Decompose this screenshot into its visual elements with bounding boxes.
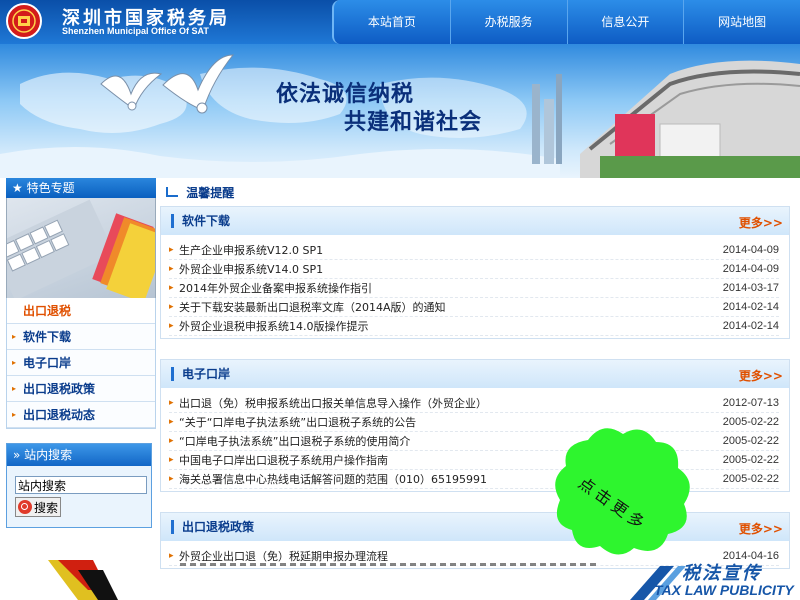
seagull-icon bbox=[162, 54, 235, 114]
menu-item-label: 出口退税政策 bbox=[23, 382, 96, 396]
list-item: ▸ 生产企业申报系统V12.0 SP1 2014-04-09 bbox=[169, 241, 779, 260]
site-search-heading: » 站内搜索 bbox=[7, 444, 151, 466]
section-header: 软件下载 更多>> bbox=[161, 207, 789, 235]
section-software-download: 软件下载 更多>> ▸ 生产企业申报系统V12.0 SP1 2014-04-09 ▸… bbox=[160, 206, 790, 339]
double-chevron-icon: » bbox=[13, 448, 21, 462]
site-search-panel: » 站内搜索 搜索 bbox=[6, 443, 152, 528]
list-item: ▸ 出口退（免）税申报系统出口报关单信息导入操作（外贸企业） 2012-07-13 bbox=[169, 394, 779, 413]
list-item-title[interactable]: 出口退（免）税申报系统出口报关单信息导入操作（外贸企业） bbox=[179, 395, 709, 411]
star-icon: ★ bbox=[12, 181, 23, 195]
list-item-date: 2012-07-13 bbox=[722, 397, 779, 409]
list-item: ▸ 外贸企业退税申报系统14.0版操作提示 2014-02-14 bbox=[169, 317, 779, 336]
notice-label: 温馨提醒 bbox=[186, 186, 235, 200]
bullet-icon: ▸ bbox=[169, 455, 174, 465]
list-item-title[interactable]: 关于下载安装最新出口退税率文库（2014A版）的通知 bbox=[179, 299, 709, 315]
section-header: 电子口岸 更多>> bbox=[161, 360, 789, 388]
menu-item-e-port[interactable]: ▸ 电子口岸 bbox=[7, 350, 155, 376]
bullet-icon: ▸ bbox=[12, 384, 17, 393]
bullet-icon: ▸ bbox=[169, 264, 174, 274]
list-item: ▸ 关于下载安装最新出口退税率文库（2014A版）的通知 2014-02-14 bbox=[169, 298, 779, 317]
bullet-icon: ▸ bbox=[169, 283, 174, 293]
tax-law-publicity-en: TAX LAW PUBLICITY bbox=[654, 582, 794, 598]
nav-sitemap[interactable]: 网站地图 bbox=[684, 0, 800, 44]
special-topics-heading: ★ 特色专题 bbox=[6, 178, 156, 198]
site-subtitle: Shenzhen Municipal Office Of SAT bbox=[62, 26, 209, 36]
page: 深圳市国家税务局 Shenzhen Municipal Office Of SA… bbox=[0, 0, 800, 600]
search-icon bbox=[18, 500, 32, 514]
bullet-icon: ▸ bbox=[169, 417, 174, 427]
bullet-icon: ▸ bbox=[169, 398, 174, 408]
callout-cloud bbox=[555, 428, 690, 555]
keyboard-photo bbox=[6, 198, 156, 298]
list-item-date: 2005-02-22 bbox=[722, 454, 779, 466]
main-nav: 本站首页 办税服务 信息公开 网站地图 bbox=[332, 0, 800, 44]
bullet-icon: ▸ bbox=[169, 302, 174, 312]
menu-item-label: 出口退税动态 bbox=[23, 408, 96, 422]
bullet-icon: ▸ bbox=[169, 245, 174, 255]
section-title: 软件下载 bbox=[171, 214, 230, 228]
list-item-title[interactable]: 外贸企业申报系统V14.0 SP1 bbox=[179, 261, 709, 277]
left-sidebar: ★ 特色专题 出口退税 ▸ 软件下载 ▸ 电子口岸 ▸ 出口退税政策 ▸ 出口退… bbox=[6, 178, 156, 528]
list-item-date: 2014-02-14 bbox=[722, 301, 779, 313]
list-item-date: 2014-04-09 bbox=[722, 263, 779, 275]
section-title: 电子口岸 bbox=[171, 367, 230, 381]
menu-item-label: 软件下载 bbox=[23, 330, 72, 344]
bullet-icon: ▸ bbox=[169, 436, 174, 446]
list-item-title[interactable]: 外贸企业退税申报系统14.0版操作提示 bbox=[179, 318, 709, 334]
section-title: 出口退税政策 bbox=[171, 520, 254, 534]
more-link[interactable]: 更多>> bbox=[739, 520, 783, 537]
bullet-icon: ▸ bbox=[169, 551, 174, 561]
list-item: ▸ 2014年外贸企业备案申报系统操作指引 2014-03-17 bbox=[169, 279, 779, 298]
menu-item-export-tax-refund[interactable]: 出口退税 bbox=[7, 298, 155, 324]
bullet-icon: ▸ bbox=[12, 332, 17, 341]
notice-heading: 温馨提醒 bbox=[160, 178, 790, 202]
search-input[interactable] bbox=[15, 476, 147, 494]
bullet-icon: ▸ bbox=[169, 321, 174, 331]
search-button-label: 搜索 bbox=[34, 500, 59, 515]
bullet-icon: ▸ bbox=[12, 410, 17, 419]
more-link[interactable]: 更多>> bbox=[739, 214, 783, 231]
list-item-date: 2005-02-22 bbox=[722, 416, 779, 428]
topic-menu: 出口退税 ▸ 软件下载 ▸ 电子口岸 ▸ 出口退税政策 ▸ 出口退税动态 bbox=[6, 298, 156, 429]
header-banner: 深圳市国家税务局 Shenzhen Municipal Office Of SA… bbox=[0, 0, 800, 178]
notice-icon bbox=[166, 187, 178, 197]
menu-item-label: 出口退税 bbox=[23, 304, 72, 318]
nav-home[interactable]: 本站首页 bbox=[334, 0, 451, 44]
more-link[interactable]: 更多>> bbox=[739, 367, 783, 384]
list-item-title[interactable]: 生产企业申报系统V12.0 SP1 bbox=[179, 242, 709, 258]
nav-info-disclosure[interactable]: 信息公开 bbox=[568, 0, 685, 44]
special-topics-label: 特色专题 bbox=[26, 181, 75, 195]
list-item-date: 2005-02-22 bbox=[722, 435, 779, 447]
site-search-label: 站内搜索 bbox=[24, 448, 73, 462]
list-item-date: 2014-04-09 bbox=[722, 244, 779, 256]
list-item: ▸ 外贸企业申报系统V14.0 SP1 2014-04-09 bbox=[169, 260, 779, 279]
decorative-graphic bbox=[48, 560, 118, 600]
bullet-icon: ▸ bbox=[169, 474, 174, 484]
slogan-line-2: 共建和谐社会 bbox=[344, 109, 483, 135]
seagull-icon bbox=[100, 72, 163, 111]
menu-item-refund-policy[interactable]: ▸ 出口退税政策 bbox=[7, 376, 155, 402]
menu-item-label: 电子口岸 bbox=[23, 356, 72, 370]
list-item-date: 2005-02-22 bbox=[722, 473, 779, 485]
menu-item-refund-news[interactable]: ▸ 出口退税动态 bbox=[7, 402, 155, 428]
news-list: ▸ 生产企业申报系统V12.0 SP1 2014-04-09 ▸ 外贸企业申报系统V1… bbox=[161, 235, 789, 338]
city-skyline-graphic bbox=[532, 60, 800, 178]
list-item-title[interactable]: 2014年外贸企业备案申报系统操作指引 bbox=[179, 280, 709, 296]
menu-item-software-download[interactable]: ▸ 软件下载 bbox=[7, 324, 155, 350]
tax-office-logo[interactable] bbox=[6, 3, 42, 39]
bullet-icon: ▸ bbox=[12, 358, 17, 367]
list-item-date: 2014-03-17 bbox=[722, 282, 779, 294]
cutoff-text-strip bbox=[180, 563, 600, 566]
list-item-date: 2014-02-14 bbox=[722, 320, 779, 332]
nav-tax-services[interactable]: 办税服务 bbox=[451, 0, 568, 44]
search-button[interactable]: 搜索 bbox=[15, 497, 61, 517]
